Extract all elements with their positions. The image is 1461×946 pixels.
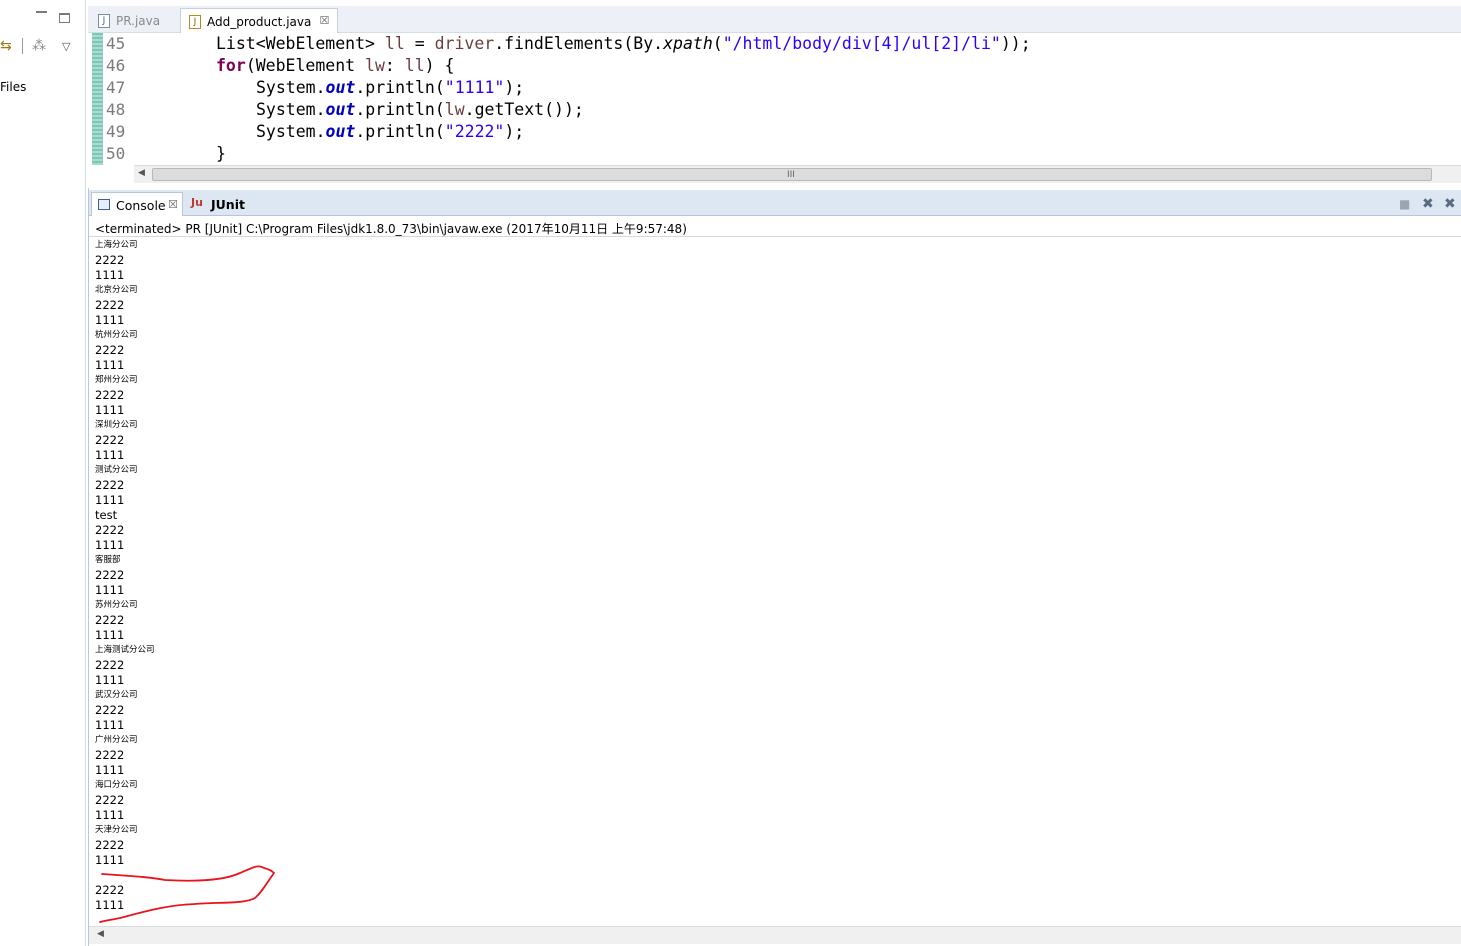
console-output-line: 2222 <box>95 568 125 582</box>
console-output-line: 郑州分公司 <box>95 375 138 385</box>
console-output-line: 测试分公司 <box>95 465 138 475</box>
scrollbar-thumb[interactable]: III <box>152 168 1432 181</box>
minimize-icon[interactable] <box>36 11 47 19</box>
change-marker-bar <box>92 33 103 165</box>
console-output-line: 广州分公司 <box>95 735 138 745</box>
console-output-line: 海口分公司 <box>95 780 138 790</box>
console-output-line: 北京分公司 <box>95 285 138 295</box>
tab-add-product-java[interactable]: J Add_product.java ☒ <box>180 8 339 33</box>
console-tab-bar: Console ☒ Ju JUnit ■ ✖ ✖ <box>89 190 1461 216</box>
console-icon <box>98 199 110 210</box>
console-output-line: 1111 <box>95 403 125 417</box>
tab-label: Add_product.java <box>207 15 312 29</box>
scroll-left-icon[interactable]: ◀ <box>138 168 145 178</box>
console-output-line: 1111 <box>95 673 125 687</box>
editor-tab-bar: J PR.java J Add_product.java ☒ <box>88 6 1461 33</box>
console-output-line: 客服部 <box>95 555 121 565</box>
console-output-line: 1111 <box>95 583 125 597</box>
focus-icon[interactable]: ⁂ <box>32 38 46 54</box>
view-menu-icon[interactable]: ▽ <box>62 40 70 53</box>
line-number: 47 <box>106 78 126 97</box>
console-output-line: 武汉分公司 <box>95 690 138 700</box>
terminate-icon[interactable]: ■ <box>1399 197 1410 211</box>
console-output-line: 1111 <box>95 268 125 282</box>
console-horizontal-scrollbar[interactable]: ◀ <box>89 926 1461 944</box>
code-line-47[interactable]: System.out.println("1111"); <box>256 77 524 99</box>
console-output-line: 2222 <box>95 793 125 807</box>
console-output-line: 2222 <box>95 658 125 672</box>
console-output-line: 杭州分公司 <box>95 330 138 340</box>
maximize-icon[interactable] <box>59 13 70 23</box>
code-line-45[interactable]: List<WebElement> ll = driver.findElement… <box>216 33 1031 55</box>
console-output[interactable]: 上海分公司 2222 1111 北京分公司 2222 1111 杭州分公司 2222 1111 郑… <box>95 238 1395 913</box>
link-editor-icon[interactable]: ⇆ <box>0 38 12 54</box>
tab-junit[interactable]: Ju JUnit <box>187 192 245 216</box>
console-output-line: 1111 <box>95 493 125 507</box>
tree-item-files[interactable]: Files <box>0 80 26 94</box>
console-output-line: 2222 <box>95 703 125 717</box>
console-output-line: 天津分公司 <box>95 825 138 835</box>
tab-pr-java[interactable]: J PR.java <box>90 8 168 33</box>
divider <box>89 236 1461 237</box>
console-output-line: 2222 <box>95 748 125 762</box>
tab-label: JUnit <box>211 197 245 212</box>
code-line-49[interactable]: System.out.println("2222"); <box>256 121 524 143</box>
console-output-line: 2222 <box>95 388 125 402</box>
console-output-line: 1111 <box>95 763 125 777</box>
console-output-line: 2222 <box>95 838 125 852</box>
close-icon[interactable]: ☒ <box>168 198 178 211</box>
console-output-line: 1111 <box>95 628 125 642</box>
line-number-gutter: 45 46 47 48 49 50 <box>90 33 132 165</box>
console-output-line: 1111 <box>95 448 125 462</box>
java-file-icon: J <box>189 15 201 29</box>
line-number: 48 <box>106 100 126 119</box>
scroll-left-icon[interactable]: ◀ <box>97 929 104 939</box>
console-output-line: 1111 <box>95 718 125 732</box>
line-number: 50 <box>106 144 126 163</box>
code-line-50[interactable]: } <box>216 143 226 165</box>
junit-icon: Ju <box>191 196 203 209</box>
console-view: Console ☒ Ju JUnit ■ ✖ ✖ <terminated> PR… <box>88 188 1461 946</box>
console-output-line: 上海分公司 <box>95 240 138 250</box>
console-output-line: 2222 <box>95 478 125 492</box>
console-output-line: 上海测试分公司 <box>95 645 155 655</box>
console-output-line: 1111 <box>95 808 125 822</box>
console-output-line: 苏州分公司 <box>95 600 138 610</box>
console-output-line: 1111 <box>95 358 125 372</box>
console-output-line: test <box>95 508 118 522</box>
console-output-line: 深圳分公司 <box>95 420 138 430</box>
console-output-line: 2222 <box>95 343 125 357</box>
java-file-icon: J <box>98 14 110 28</box>
close-icon[interactable]: ☒ <box>319 14 329 27</box>
console-output-line: 1111 <box>95 538 125 552</box>
console-output-line: 2222 <box>95 253 125 267</box>
code-line-48[interactable]: System.out.println(lw.getText()); <box>256 99 584 121</box>
console-output-line: 1111 <box>95 313 125 327</box>
console-output-line: 1111 <box>95 853 125 867</box>
code-area[interactable]: List<WebElement> ll = driver.findElement… <box>138 33 1453 165</box>
remove-launch-icon[interactable]: ✖ <box>1422 196 1434 212</box>
console-output-line: 1111 <box>95 898 125 912</box>
console-output-line: 2222 <box>95 523 125 537</box>
code-line-46[interactable]: for(WebElement lw: ll) { <box>216 55 454 77</box>
scrollbar-grip: III <box>787 170 795 180</box>
tab-label: Console <box>116 198 166 213</box>
remove-all-terminated-icon[interactable]: ✖ <box>1444 196 1456 212</box>
console-output-line: 2222 <box>95 613 125 627</box>
line-number: 46 <box>106 56 126 75</box>
console-output-line: 2222 <box>95 298 125 312</box>
console-output-line: 2222 <box>95 433 125 447</box>
code-editor: J PR.java J Add_product.java ☒ 45 46 47 … <box>88 0 1461 185</box>
editor-horizontal-scrollbar[interactable]: ◀ III <box>134 165 1461 183</box>
line-number: 49 <box>106 122 126 141</box>
line-number: 45 <box>106 34 126 53</box>
package-explorer-panel: ⇆ ⁂ ▽ Files <box>0 0 86 946</box>
toolbar-separator <box>22 38 23 54</box>
console-status: <terminated> PR [JUnit] C:\Program Files… <box>95 222 687 236</box>
console-output-line: 2222 <box>95 883 125 897</box>
tab-console[interactable]: Console ☒ <box>91 192 183 216</box>
tab-label: PR.java <box>116 14 161 28</box>
